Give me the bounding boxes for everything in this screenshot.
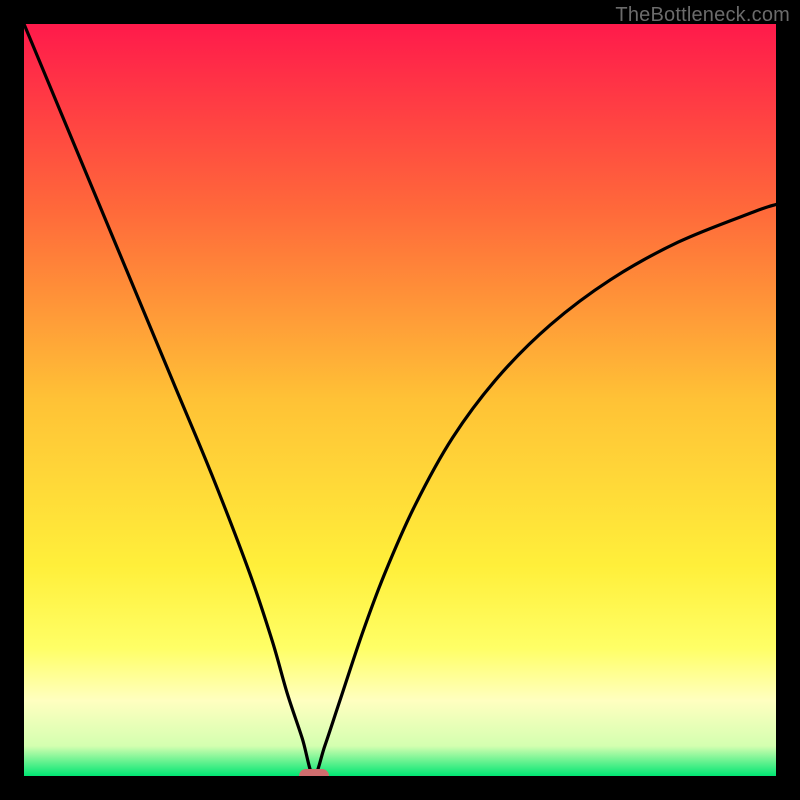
optimum-marker	[299, 769, 329, 776]
plot-area	[24, 24, 776, 776]
bottleneck-curve	[24, 24, 776, 776]
watermark-text: TheBottleneck.com	[615, 4, 790, 27]
chart-frame: TheBottleneck.com	[0, 0, 800, 800]
